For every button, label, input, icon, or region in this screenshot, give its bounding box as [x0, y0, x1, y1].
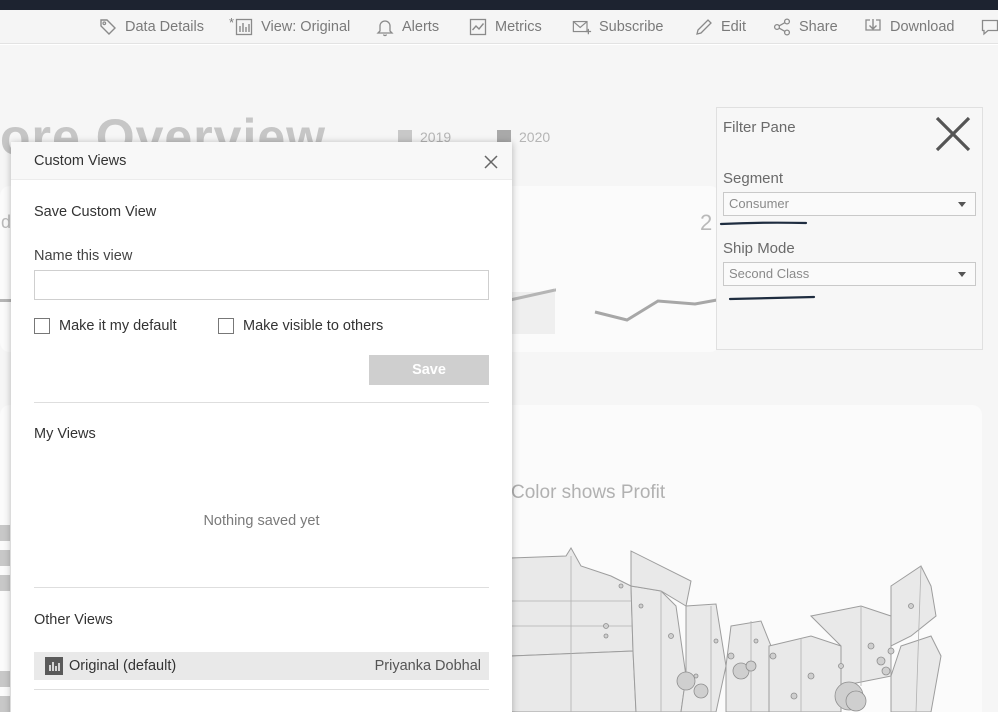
edit-button[interactable]: Edit — [694, 10, 746, 44]
divider — [34, 402, 489, 403]
bell-icon — [376, 20, 394, 37]
make-default-checkbox[interactable] — [34, 318, 50, 334]
bar — [0, 550, 10, 566]
save-button[interactable]: Save — [369, 355, 489, 385]
map-caption: Color shows Profit — [511, 482, 666, 503]
annotation-underline-ship-mode — [728, 295, 816, 301]
metrics-label: Metrics — [495, 19, 542, 35]
close-icon[interactable] — [933, 114, 973, 154]
custom-views-dialog: Custom Views Save Custom View Name this … — [11, 142, 512, 712]
view-owner: Priyanka Dobhal — [374, 658, 481, 674]
dialog-header: Custom Views — [11, 142, 512, 180]
bar — [0, 696, 10, 712]
window-top-strip — [0, 0, 998, 10]
segment-filter-value: Consumer — [729, 196, 789, 211]
download-icon — [865, 19, 881, 31]
download-button[interactable]: Download — [863, 10, 955, 44]
comment-icon — [981, 19, 998, 36]
make-visible-checkbox[interactable] — [218, 318, 234, 334]
my-views-heading: My Views — [34, 426, 96, 442]
filter-pane-title: Filter Pane — [723, 119, 796, 136]
my-views-empty-text: Nothing saved yet — [203, 513, 320, 529]
view-original-label: View: Original — [261, 19, 351, 35]
close-icon[interactable] — [482, 153, 500, 171]
save-custom-view-heading: Save Custom View — [34, 204, 157, 220]
share-button[interactable]: Share — [772, 10, 838, 44]
make-default-checkbox-row[interactable]: Make it my default — [34, 318, 177, 334]
segment-filter-label: Segment — [723, 170, 784, 187]
view-chart-icon — [45, 657, 63, 675]
ship-mode-filter-value: Second Class — [729, 266, 810, 281]
make-visible-checkbox-row[interactable]: Make visible to others — [218, 318, 383, 334]
sparkline-background — [505, 288, 729, 334]
mail-plus-icon — [572, 20, 592, 35]
alerts-button[interactable]: Alerts — [375, 10, 439, 44]
view-name-input[interactable] — [34, 270, 489, 300]
view-chart-icon — [235, 18, 253, 36]
bar — [0, 525, 10, 541]
subscribe-label: Subscribe — [599, 19, 664, 35]
comments-button[interactable] — [980, 10, 998, 44]
name-view-label: Name this view — [34, 248, 133, 264]
metrics-icon — [469, 18, 487, 36]
left-text-fragment: d — [1, 212, 12, 232]
alerts-label: Alerts — [402, 19, 440, 35]
ship-mode-filter-dropdown[interactable]: Second Class — [723, 262, 976, 286]
share-label: Share — [799, 19, 838, 35]
chevron-down-icon — [958, 272, 966, 277]
kpi-value-fragment: 2 — [700, 210, 713, 235]
segment-filter-dropdown[interactable]: Consumer — [723, 192, 976, 216]
divider — [34, 587, 489, 588]
chevron-down-icon — [958, 202, 966, 207]
data-details-label: Data Details — [125, 19, 204, 35]
bar — [0, 575, 10, 591]
share-icon — [773, 18, 791, 36]
make-visible-label: Make visible to others — [243, 318, 384, 334]
annotation-underline-segment — [719, 221, 808, 226]
view-name: Original (default) — [69, 658, 177, 674]
bar — [0, 671, 10, 687]
edit-label: Edit — [721, 19, 746, 35]
tag-icon — [100, 19, 116, 35]
dialog-title: Custom Views — [34, 153, 127, 169]
ship-mode-filter-label: Ship Mode — [723, 240, 795, 257]
view-list-item[interactable]: Original (default) Priyanka Dobhal — [34, 652, 489, 680]
view-original-button[interactable]: * View: Original — [229, 10, 350, 44]
legend-label-2020: 2020 — [519, 129, 551, 145]
download-label: Download — [890, 19, 955, 35]
toolbar: Data Details * View: Original Alerts Met… — [0, 10, 998, 44]
other-views-heading: Other Views — [34, 612, 113, 628]
left-bar-chart — [0, 525, 10, 712]
divider — [34, 689, 489, 690]
subscribe-button[interactable]: Subscribe — [572, 10, 663, 44]
data-details-button[interactable]: Data Details — [98, 10, 204, 44]
pencil-icon — [696, 19, 712, 35]
us-map — [511, 547, 942, 712]
make-default-label: Make it my default — [59, 318, 177, 334]
metrics-button[interactable]: Metrics — [468, 10, 542, 44]
